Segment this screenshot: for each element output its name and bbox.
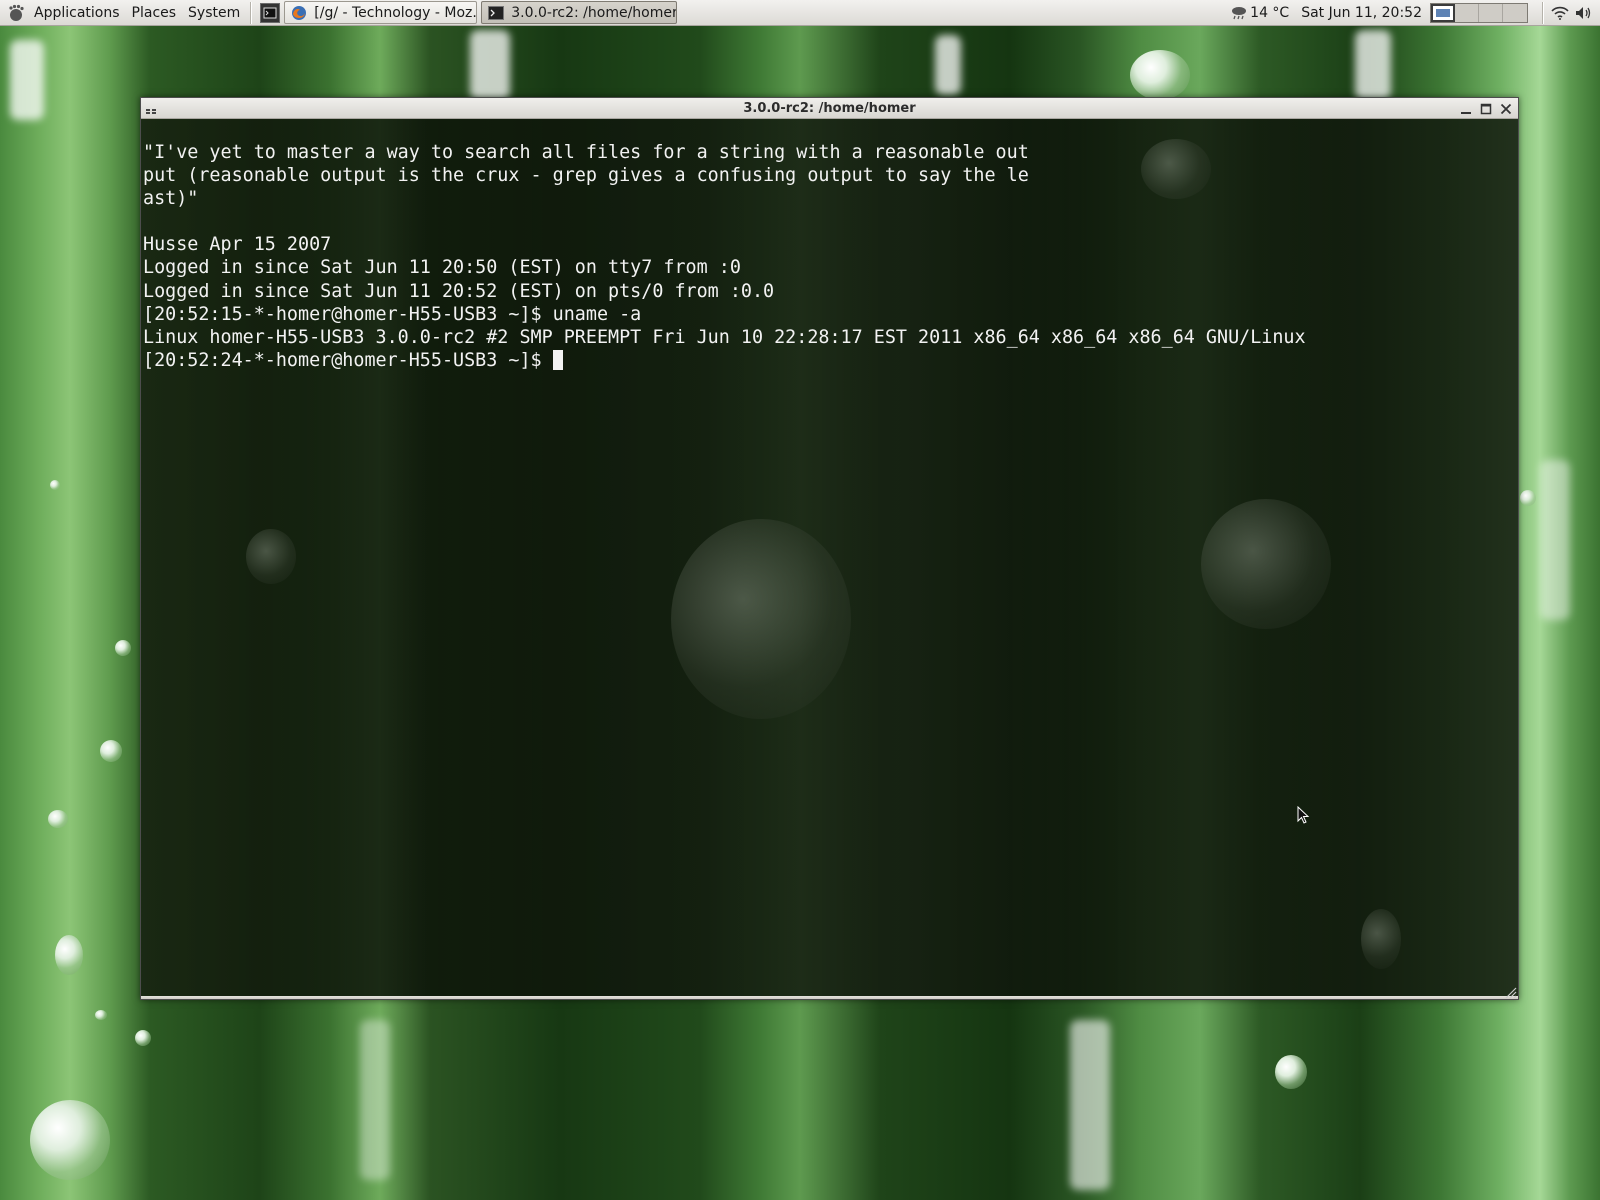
firefox-icon [291, 5, 307, 21]
terminal-screen[interactable]: "I've yet to master a way to search all … [141, 119, 1518, 999]
menu-applications[interactable]: Applications [28, 0, 126, 26]
terminal-icon [488, 5, 505, 20]
workspace-1[interactable] [1431, 4, 1455, 22]
close-icon [1500, 103, 1512, 114]
workspace-3[interactable] [1479, 4, 1503, 22]
terminal-output: "I've yet to master a way to search all … [143, 141, 1508, 372]
clock[interactable]: Sat Jun 11, 20:52 [1301, 5, 1430, 21]
window-bottom-border [141, 996, 1518, 999]
maximize-icon [1480, 103, 1492, 114]
cloud-rain-icon [1231, 6, 1247, 20]
terminal-line: put (reasonable output is the crux - gre… [143, 165, 1029, 187]
terminal-line: ast)" [143, 188, 199, 210]
taskbar-button-firefox[interactable]: [/g/ - Technology - Moz... [284, 1, 478, 24]
weather-temperature: 14 °C [1250, 5, 1290, 21]
mouse-pointer-icon [1297, 805, 1311, 830]
terminal-prompt: [20:52:24-*-homer@homer-H55-USB3 ~]$ [143, 349, 553, 371]
maximize-button[interactable] [1476, 99, 1496, 118]
workspace-2[interactable] [1455, 4, 1479, 22]
window-title: 3.0.0-rc2: /home/homer [743, 100, 916, 116]
panel-separator [1542, 2, 1544, 24]
terminal-line: Logged in since Sat Jun 11 20:52 (EST) o… [143, 280, 775, 302]
gnome-foot-icon[interactable] [6, 3, 26, 23]
terminal-line: Linux homer-H55-USB3 3.0.0-rc2 #2 SMP PR… [143, 326, 1306, 348]
weather-applet[interactable]: 14 °C [1231, 5, 1301, 21]
menu-places[interactable]: Places [126, 0, 183, 26]
minimize-icon [1461, 111, 1471, 114]
terminal-line: "I've yet to master a way to search all … [143, 142, 1029, 163]
window-menu-icon[interactable] [145, 102, 159, 114]
resize-grip-icon[interactable] [1503, 984, 1517, 999]
taskbar-button-terminal[interactable]: 3.0.0-rc2: /home/homer [481, 1, 678, 24]
panel-separator [250, 1, 253, 24]
terminal-line: [20:52:15-*-homer@homer-H55-USB3 ~]$ una… [143, 303, 642, 325]
terminal-window: 3.0.0-rc2: /home/homer "I've yet to mast… [140, 97, 1519, 1000]
menu-system[interactable]: System [182, 0, 246, 26]
wifi-icon[interactable] [1548, 0, 1572, 26]
taskbar-label-terminal: 3.0.0-rc2: /home/homer [511, 4, 678, 21]
workspace-4[interactable] [1503, 4, 1527, 22]
workspace-switcher[interactable] [1430, 3, 1528, 23]
top-panel: Applications Places System [/g/ - Techno… [0, 0, 1600, 26]
text-cursor [552, 349, 563, 370]
volume-icon[interactable] [1572, 0, 1596, 26]
taskbar-label-firefox: [/g/ - Technology - Moz... [314, 4, 478, 21]
terminal-prompt-line: [20:52:24-*-homer@homer-H55-USB3 ~]$ [143, 349, 1508, 372]
show-desktop-button[interactable] [260, 2, 281, 23]
minimize-button[interactable] [1456, 99, 1476, 118]
close-button[interactable] [1496, 99, 1516, 118]
terminal-line: Husse Apr 15 2007 [143, 234, 332, 256]
terminal-line: Logged in since Sat Jun 11 20:50 (EST) o… [143, 257, 741, 279]
window-titlebar[interactable]: 3.0.0-rc2: /home/homer [141, 98, 1518, 119]
